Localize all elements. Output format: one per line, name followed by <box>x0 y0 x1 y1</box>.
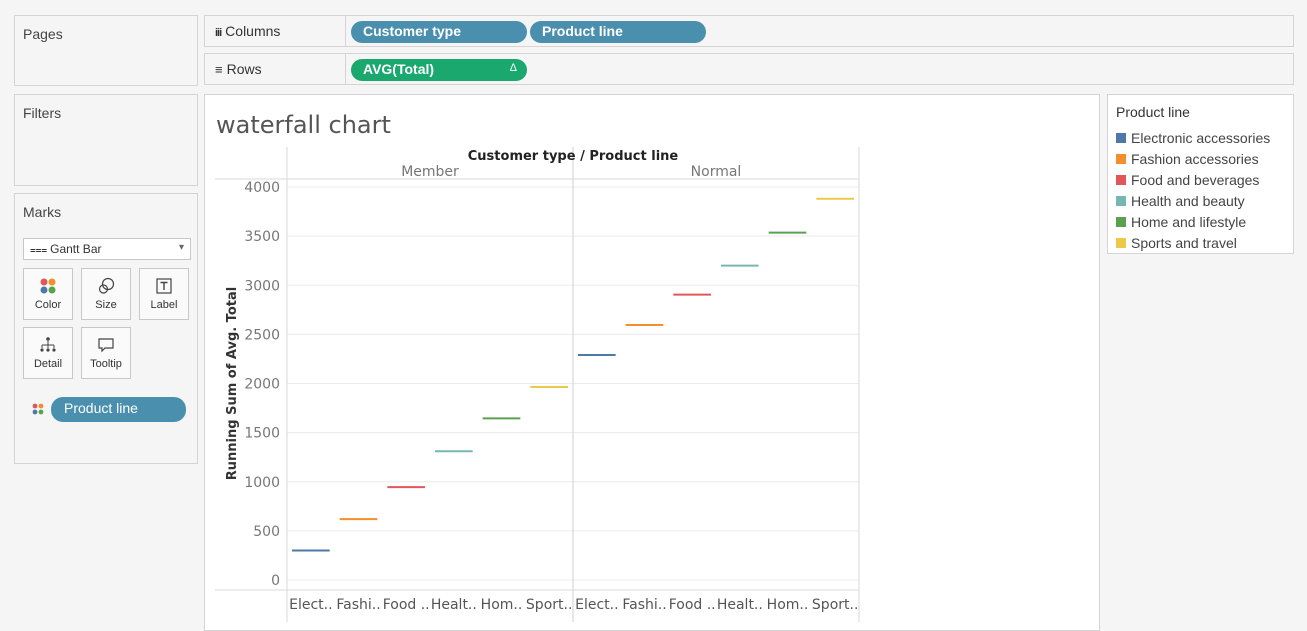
color-icon <box>24 277 72 295</box>
size-icon <box>82 277 130 295</box>
size-button[interactable]: Size <box>81 268 131 320</box>
detail-button[interactable]: Detail <box>23 327 73 379</box>
x-tick-label: Fashi.. <box>622 597 666 613</box>
y-tick-label: 1000 <box>244 475 280 491</box>
x-tick-label: Hom.. <box>481 597 523 613</box>
y-tick-label: 500 <box>253 524 280 540</box>
chart-view: waterfall chart 0 500 1000 1500 2000 2500 3000… <box>204 94 1100 631</box>
columns-pill-customer-type[interactable]: Customer type <box>351 21 527 43</box>
y-tick-label: 4000 <box>244 180 280 196</box>
x-tick-label: Food .. <box>383 597 430 613</box>
legend-title: Product line <box>1116 104 1190 120</box>
legend-item-health-and-beauty[interactable]: Health and beauty <box>1116 193 1245 209</box>
columns-pill-product-line[interactable]: Product line <box>530 21 706 43</box>
mark-type-label: Gantt Bar <box>50 242 102 256</box>
columns-shelf-label: iii Columns <box>215 23 281 39</box>
legend-item-food-and-beverages[interactable]: Food and beverages <box>1116 172 1259 188</box>
legend-item-home-and-lifestyle[interactable]: Home and lifestyle <box>1116 214 1246 230</box>
x-tick-label: Healt.. <box>431 597 477 613</box>
tooltip-button[interactable]: Tooltip <box>81 327 131 379</box>
column-header-title: Customer type / Product line <box>468 149 679 164</box>
legend-item-fashion-accessories[interactable]: Fashion accessories <box>1116 151 1259 167</box>
marks-pill-label: Product line <box>64 400 138 416</box>
group-header-member: Member <box>401 164 459 180</box>
group-header-normal: Normal <box>691 164 742 180</box>
rows-shelf[interactable]: ≡ Rows AVG(Total) Δ <box>204 53 1294 85</box>
tooltip-icon <box>82 336 130 354</box>
legend-swatch <box>1116 133 1126 143</box>
marks-panel: Marks ⩶ Gantt Bar ▾ Color Size Label Det… <box>14 193 198 464</box>
color-encoding-icon <box>32 402 44 420</box>
rows-icon: ≡ <box>215 62 223 77</box>
filters-title: Filters <box>23 105 62 121</box>
color-button-label: Color <box>34 299 62 311</box>
y-tick-label: 0 <box>271 573 280 589</box>
size-button-label: Size <box>95 299 117 311</box>
y-tick-label: 1500 <box>244 426 280 442</box>
y-tick-label: 2500 <box>244 327 280 343</box>
pages-panel[interactable]: Pages <box>14 15 198 86</box>
x-tick-label: Healt.. <box>717 597 763 613</box>
legend-swatch <box>1116 238 1126 248</box>
legend-swatch <box>1116 196 1126 206</box>
color-button[interactable]: Color <box>23 268 73 320</box>
legend-item-electronic-accessories[interactable]: Electronic accessories <box>1116 130 1270 146</box>
x-tick-label: Elect.. <box>575 597 618 613</box>
gantt-icon: ⩶ <box>30 245 48 256</box>
y-tick-label: 2000 <box>244 377 280 393</box>
rows-pill-avg-total[interactable]: AVG(Total) Δ <box>351 59 527 81</box>
columns-icon: iii <box>215 27 222 39</box>
rows-shelf-label: ≡ Rows <box>215 61 262 77</box>
y-tick-label: 3000 <box>244 278 280 294</box>
legend-swatch <box>1116 154 1126 164</box>
x-tick-label: Hom.. <box>767 597 809 613</box>
shelf-separator <box>345 54 346 84</box>
delta-icon: Δ <box>509 62 517 74</box>
y-axis-title: Running Sum of Avg. Total <box>225 287 240 480</box>
mark-type-dropdown[interactable]: ⩶ Gantt Bar ▾ <box>23 238 191 260</box>
legend-swatch <box>1116 175 1126 185</box>
x-tick-label: Fashi.. <box>336 597 380 613</box>
label-button[interactable]: Label <box>139 268 189 320</box>
columns-shelf[interactable]: iii Columns Customer type Product line <box>204 15 1294 47</box>
x-tick-label: Sport.. <box>812 597 858 613</box>
x-tick-label: Food .. <box>669 597 716 613</box>
filters-panel[interactable]: Filters <box>14 94 198 186</box>
label-button-label: Label <box>150 299 178 311</box>
color-legend: Product line Electronic accessories Fash… <box>1107 94 1294 254</box>
tooltip-button-label: Tooltip <box>90 358 122 370</box>
marks-pill-product-line[interactable]: Product line <box>51 397 186 422</box>
x-tick-label: Sport.. <box>526 597 572 613</box>
pages-title: Pages <box>23 26 63 42</box>
detail-icon <box>24 336 72 354</box>
detail-button-label: Detail <box>33 358 63 370</box>
waterfall-chart: 0 500 1000 1500 2000 2500 3000 3500 4000 Customer… <box>215 147 860 622</box>
y-tick-label: 3500 <box>244 229 280 245</box>
legend-item-sports-and-travel[interactable]: Sports and travel <box>1116 235 1237 251</box>
chevron-down-icon: ▾ <box>178 242 184 253</box>
shelf-separator <box>345 16 346 46</box>
label-icon <box>140 277 188 295</box>
rows-pill-label: AVG(Total) <box>363 61 435 77</box>
legend-swatch <box>1116 217 1126 227</box>
marks-title: Marks <box>23 204 62 220</box>
x-tick-label: Elect.. <box>289 597 332 613</box>
